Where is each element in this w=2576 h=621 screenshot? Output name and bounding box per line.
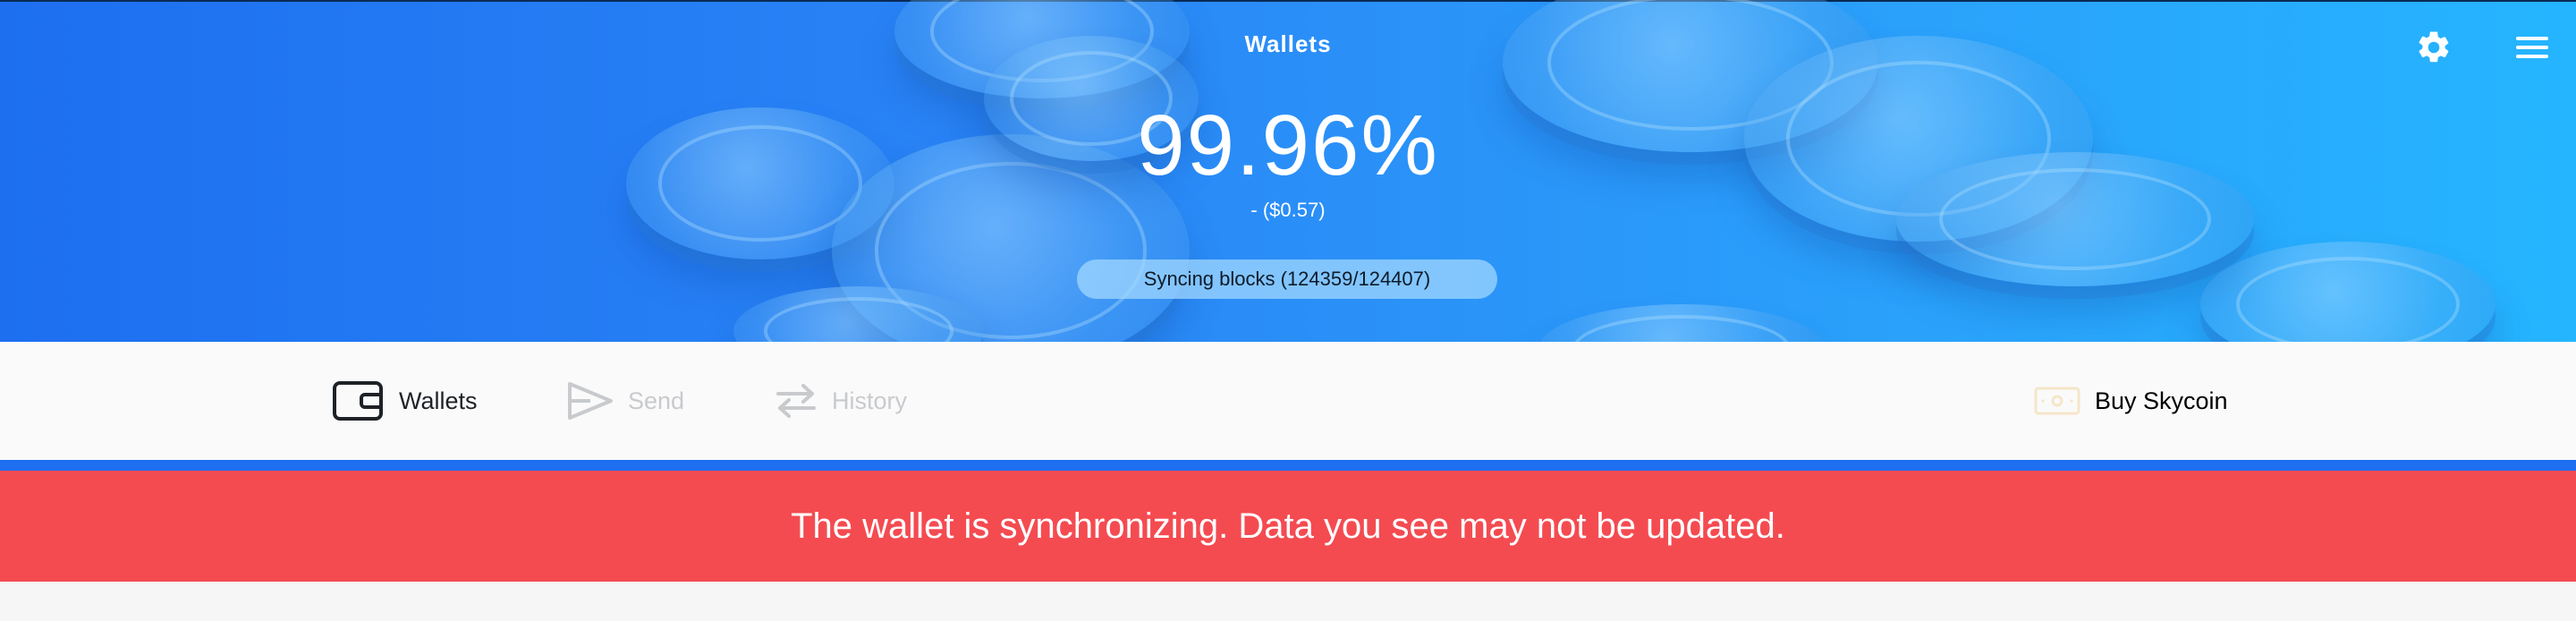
main-navigation: Wallets Send History Buy Skycoin — [0, 342, 2576, 460]
balance-amount: 99.96% — [1137, 98, 1439, 193]
sync-status-badge: Syncing blocks (124359/124407) — [1077, 259, 1497, 299]
nav-history-label: History — [832, 387, 908, 414]
gear-icon — [2419, 31, 2449, 63]
sync-warning-banner: The wallet is synchronizing. Data you se… — [0, 471, 2576, 582]
fiat-balance: - ($0.57) — [1250, 199, 1326, 221]
nav-wallets-label: Wallets — [399, 387, 478, 414]
content-area — [0, 582, 2576, 621]
nav-accent-bar — [0, 460, 2576, 471]
send-icon — [568, 382, 613, 420]
nav-buy-skycoin[interactable]: Buy Skycoin — [2034, 342, 2228, 460]
nav-send[interactable]: Send — [567, 342, 684, 460]
hamburger-menu-icon — [2516, 37, 2548, 58]
page-title: Wallets — [1244, 30, 1332, 57]
nav-buy-skycoin-label: Buy Skycoin — [2095, 387, 2228, 414]
history-arrows-icon — [776, 384, 816, 418]
nav-wallets[interactable]: Wallets — [333, 342, 478, 460]
wallet-icon — [333, 381, 383, 421]
nav-history[interactable]: History — [775, 342, 907, 460]
menu-button[interactable] — [2510, 25, 2555, 70]
cash-icon — [2034, 387, 2080, 415]
nav-send-label: Send — [628, 387, 685, 414]
header-hero: Wallets 99.96% - ($0.57) Syncing blocks … — [0, 0, 2576, 342]
settings-button[interactable] — [2411, 25, 2456, 70]
